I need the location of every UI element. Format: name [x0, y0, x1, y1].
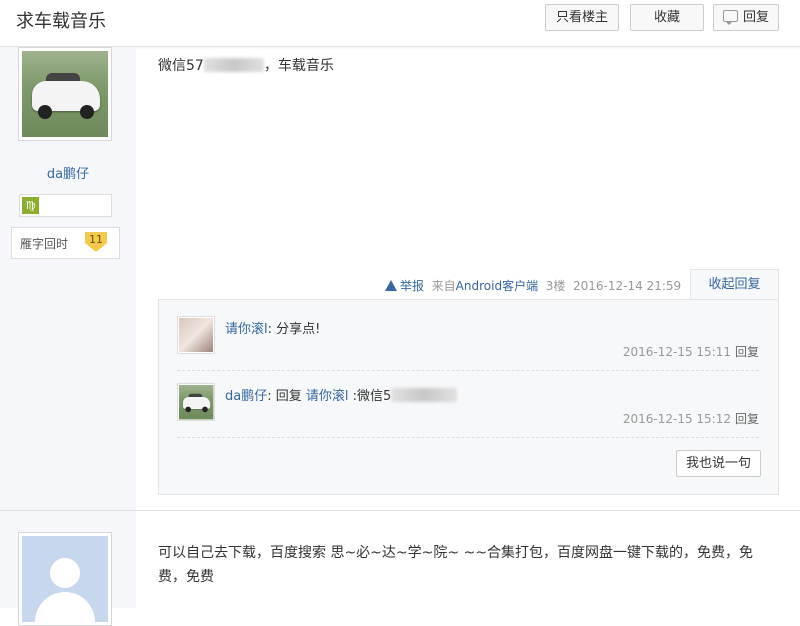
avatar[interactable]	[177, 316, 215, 354]
list-item: 请你滚l: 分享点! 2016-12-15 15:11 回复	[177, 316, 759, 360]
car-avatar-image	[22, 51, 108, 137]
badge-level: 11	[85, 232, 107, 252]
source-app-link[interactable]: Android客户端	[456, 279, 538, 293]
level-badge-icon: ♍	[22, 197, 39, 214]
reply-button-label: 回复	[742, 10, 769, 25]
post-content-prefix: 微信57	[158, 58, 204, 74]
report-link[interactable]: 举报	[385, 279, 424, 293]
post-time: 2016-12-14 21:59	[573, 279, 682, 293]
sub-reply-author[interactable]: 请你滚l	[225, 322, 268, 337]
separator: :	[267, 322, 277, 337]
honor-badge[interactable]: 雁字回时 11	[11, 227, 120, 259]
say-something-button[interactable]: 我也说一句	[676, 450, 761, 477]
sub-reply-time: 2016-12-15 15:11	[622, 345, 731, 359]
sub-reply-meta: 2016-12-15 15:12 回复	[623, 410, 759, 427]
divider	[177, 370, 759, 371]
redacted-text	[203, 58, 264, 72]
only-lz-button[interactable]: 只看楼主	[545, 4, 619, 31]
warning-icon	[385, 280, 397, 291]
avatar[interactable]	[177, 383, 215, 421]
floor-number: 3楼	[545, 279, 566, 293]
avatar[interactable]	[18, 532, 112, 626]
sub-reply-time: 2016-12-15 15:12	[622, 412, 731, 426]
badge-text: 雁字回时	[20, 237, 69, 251]
source-prefix: 来自	[431, 279, 456, 293]
thread-title: 求车载音乐	[16, 11, 106, 32]
sub-reply-meta: 2016-12-15 15:11 回复	[623, 343, 759, 360]
sub-reply-text: da鹏仔: 回复 请你滚l :微信5	[225, 385, 458, 404]
user-avatar-image	[179, 318, 213, 352]
reply-button[interactable]: 回复	[713, 4, 779, 31]
author-name[interactable]: da鹏仔	[0, 163, 136, 182]
sub-reply-body: 分享点!	[276, 322, 321, 337]
post-tail: 举报 来自Android客户端 3楼 2016-12-14 21:59	[385, 277, 681, 294]
favorite-button[interactable]: 收藏	[630, 4, 704, 31]
divider	[177, 437, 759, 438]
post-content: 可以自己去下载，百度搜索 思~必~达~学~院~ ~~合集打包，百度网盘一键下载的…	[158, 545, 754, 585]
default-avatar-icon	[22, 536, 108, 622]
level-bar: ♍	[19, 194, 112, 217]
separator: :	[267, 389, 276, 404]
sub-reply-author[interactable]: da鹏仔	[225, 389, 267, 404]
redacted-text	[391, 388, 458, 402]
sub-reply-panel: 请你滚l: 分享点! 2016-12-15 15:11 回复 da鹏仔: 回复 请…	[158, 299, 779, 495]
comment-icon	[722, 10, 738, 25]
sub-reply-prefix: 回复	[275, 389, 306, 404]
sub-reply-reply-link[interactable]: 回复	[735, 345, 759, 359]
collapse-replies-button[interactable]: 收起回复	[690, 269, 779, 301]
thread-header: 求车载音乐 只看楼主 收藏 回复	[0, 0, 800, 47]
post-content-suffix: ，车载音乐	[263, 58, 334, 74]
list-item: da鹏仔: 回复 请你滚l :微信5 2016-12-15 15:12 回复	[177, 383, 759, 427]
sub-reply-reply-link[interactable]: 回复	[735, 412, 759, 426]
post-divider	[0, 510, 800, 511]
report-label: 举报	[400, 279, 425, 293]
avatar[interactable]	[18, 47, 112, 141]
sub-reply-body: :微信5	[348, 389, 392, 404]
car-avatar-image	[179, 385, 214, 420]
sub-reply-text: 请你滚l: 分享点!	[225, 318, 320, 337]
post-content: 微信57 ，车载音乐	[158, 55, 334, 75]
reply-to-user[interactable]: 请你滚l	[306, 389, 349, 404]
